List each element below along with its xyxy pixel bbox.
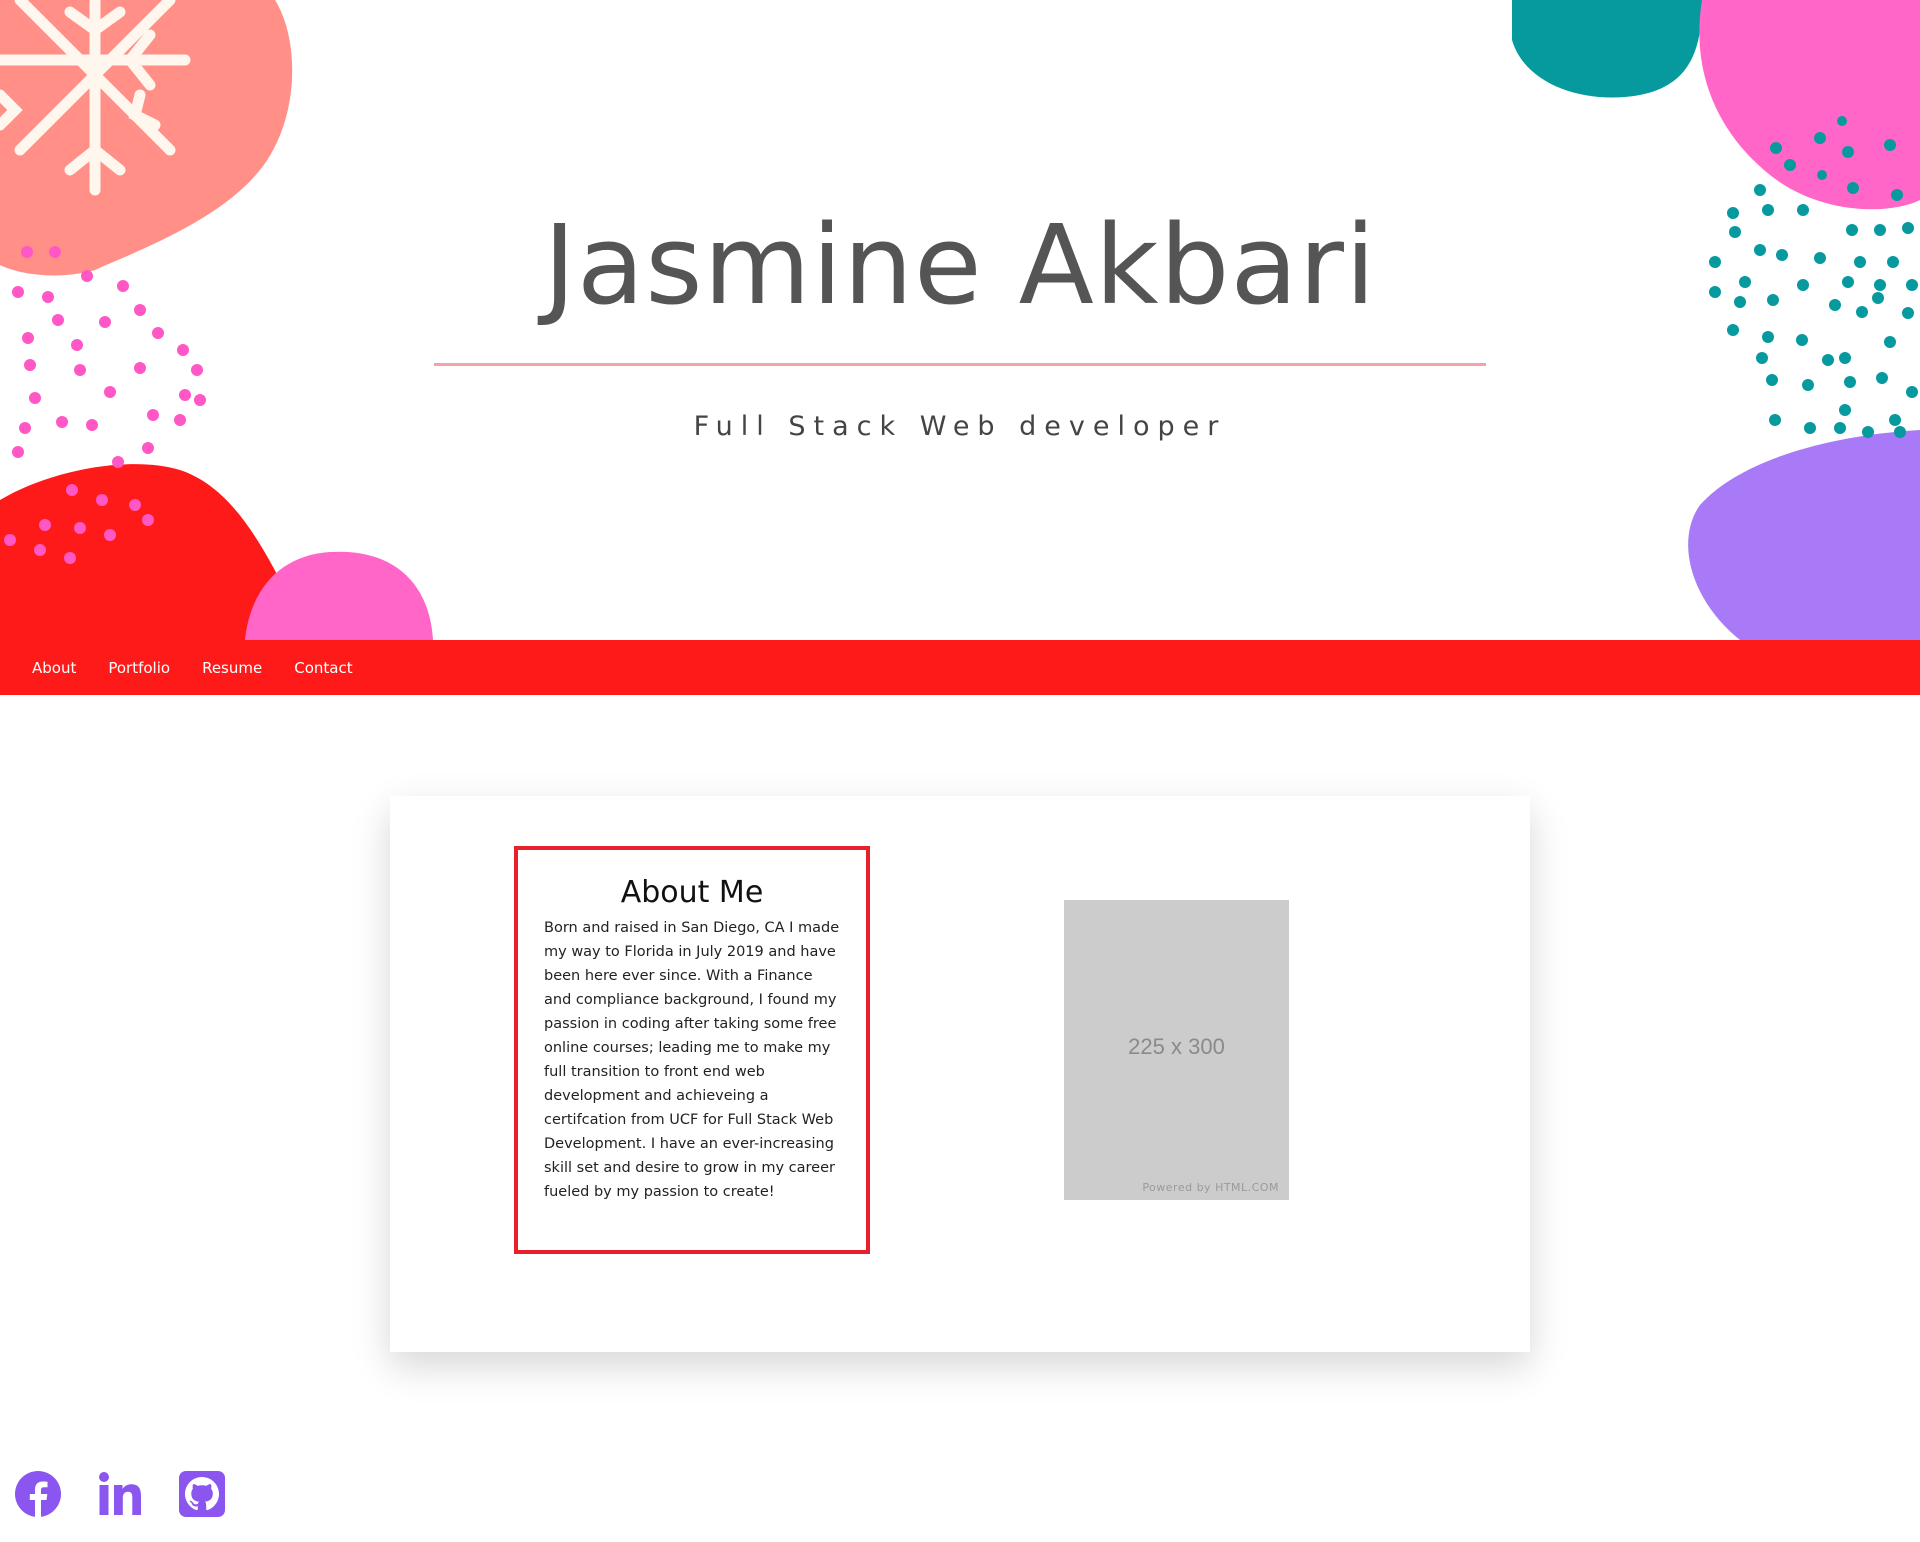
linkedin-icon[interactable] [96, 1470, 144, 1518]
nav-link-resume[interactable]: Resume [202, 659, 262, 677]
about-text: Born and raised in San Diego, CA I made … [544, 920, 840, 1200]
about-title: About Me [620, 875, 764, 910]
about-box: About Me Born and raised in San Diego, C… [514, 846, 870, 1254]
placeholder-size-label: 225 x 300 [1128, 1034, 1225, 1059]
pink-blob-large [1699, 0, 1920, 210]
title-divider [434, 363, 1486, 366]
header: Jasmine Akbari Full Stack Web developer [0, 0, 1920, 640]
facebook-icon[interactable] [14, 1470, 62, 1518]
about-card: About Me Born and raised in San Diego, C… [390, 796, 1530, 1352]
pink-blob-small [245, 551, 433, 640]
social-links [14, 1470, 226, 1518]
placeholder-credit: Powered by HTML.COM [1142, 1181, 1279, 1194]
navbar: About Portfolio Resume Contact [0, 640, 1920, 695]
nav-link-portfolio[interactable]: Portfolio [108, 659, 170, 677]
page-subtitle: Full Stack Web developer [693, 411, 1227, 442]
nav-link-about[interactable]: About [32, 659, 76, 677]
nav-link-contact[interactable]: Contact [294, 659, 352, 677]
profile-image-placeholder: 225 x 300 Powered by HTML.COM [1064, 900, 1289, 1200]
github-icon[interactable] [178, 1470, 226, 1518]
purple-blob [1688, 430, 1920, 640]
teal-blob [1512, 0, 1702, 98]
page-title: Jasmine Akbari [543, 201, 1377, 329]
